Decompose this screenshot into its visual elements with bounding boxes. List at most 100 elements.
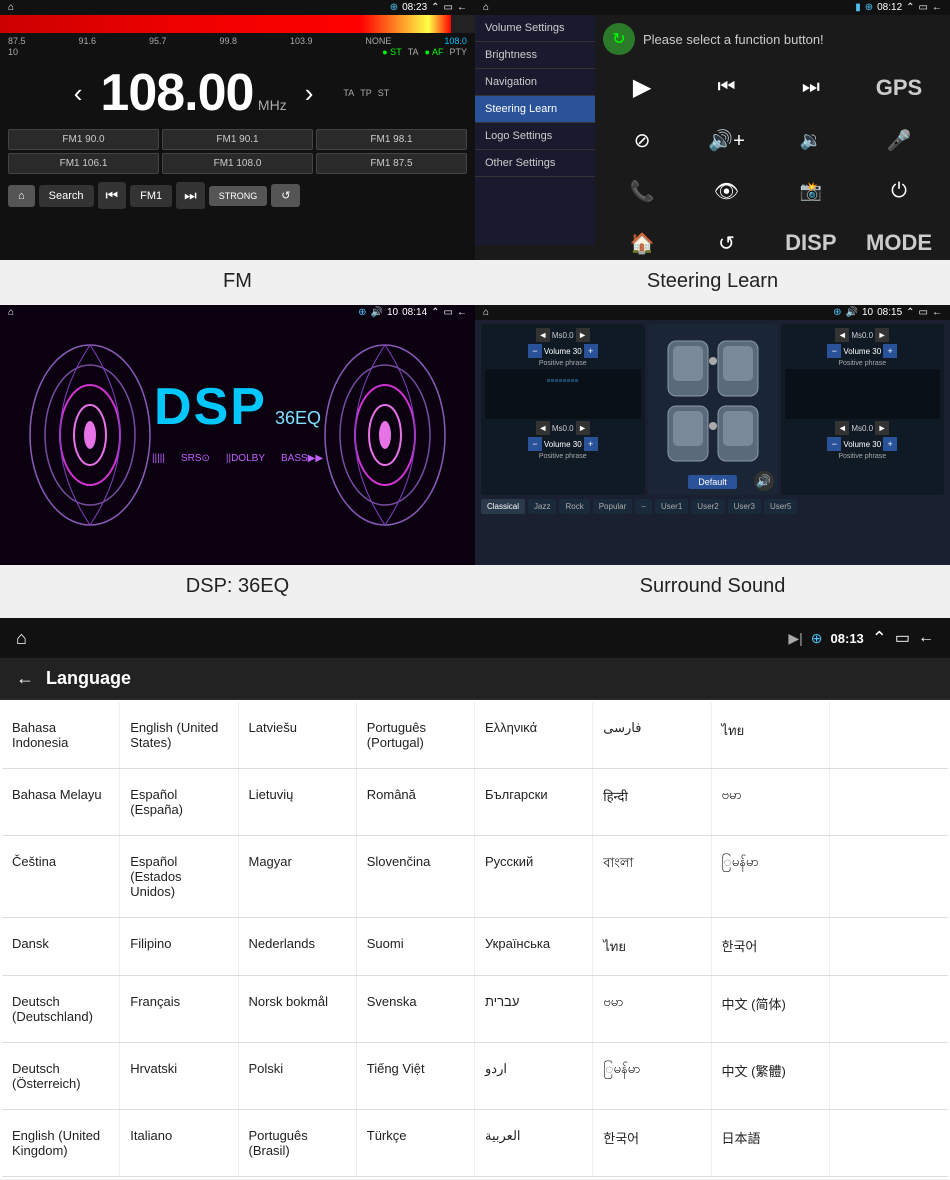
lang-cell-burmese-2[interactable]: ဗမာ bbox=[593, 976, 711, 1042]
sl-mute-button[interactable]: ⊘ bbox=[603, 118, 681, 163]
ss-tab-jazz[interactable]: Jazz bbox=[528, 499, 556, 514]
lang-cell-dutch[interactable]: Nederlands bbox=[239, 918, 357, 975]
lang-cell-deutsch-at[interactable]: Deutsch (Österreich) bbox=[2, 1043, 120, 1109]
sl-mic-button[interactable]: 🎤 bbox=[856, 118, 942, 163]
ss-tab-user3[interactable]: User3 bbox=[728, 499, 761, 514]
lang-cell-urdu[interactable]: اردو bbox=[475, 1043, 593, 1109]
sl-undo-button[interactable]: ↺ bbox=[687, 220, 765, 266]
sl-gps-button[interactable]: GPS bbox=[856, 63, 942, 112]
fm-progress-bar[interactable] bbox=[0, 15, 475, 33]
ss-lt-minus[interactable]: − bbox=[528, 344, 542, 358]
lang-cell-suomi[interactable]: Suomi bbox=[357, 918, 475, 975]
sl-refresh-button[interactable]: ↻ bbox=[603, 23, 635, 55]
ss-sound-icon-btn[interactable]: 🔊 bbox=[754, 471, 774, 491]
lang-cell-japanese[interactable]: 日本語 bbox=[712, 1110, 830, 1176]
fm-back-button[interactable]: ↺ bbox=[271, 184, 300, 207]
fm-prev-button[interactable]: ⏮ bbox=[98, 182, 127, 209]
lang-cell-bahasa-melayu[interactable]: Bahasa Melayu bbox=[2, 769, 120, 835]
lang-cell-arabic[interactable]: العربية bbox=[475, 1110, 593, 1176]
fm-strong-button[interactable]: STRONG bbox=[209, 186, 268, 206]
ss-tab-user2[interactable]: User2 bbox=[691, 499, 724, 514]
lang-cell-norsk[interactable]: Norsk bokmål bbox=[239, 976, 357, 1042]
fm-next-arrow[interactable]: › bbox=[305, 78, 314, 109]
lang-cell-turkish[interactable]: Türkçe bbox=[357, 1110, 475, 1176]
ss-rt-prev2[interactable]: ◄ bbox=[835, 421, 849, 435]
sl-vol-up-button[interactable]: 🔊+ bbox=[687, 118, 765, 163]
ss-tab-empty[interactable]: − bbox=[635, 499, 652, 514]
sl-menu-logo[interactable]: Logo Settings bbox=[475, 123, 595, 150]
ss-lt-plus[interactable]: + bbox=[584, 344, 598, 358]
lang-cell-deutsch-de[interactable]: Deutsch (Deutschland) bbox=[2, 976, 120, 1042]
lang-cell-filipino[interactable]: Filipino bbox=[120, 918, 238, 975]
ss-tab-user5[interactable]: User5 bbox=[764, 499, 797, 514]
fm-preset-1[interactable]: FM1 90.0 bbox=[8, 129, 159, 150]
lang-cell-korean[interactable]: 한국어 bbox=[712, 918, 830, 975]
fm-preset-4[interactable]: FM1 106.1 bbox=[8, 153, 159, 174]
ss-lt-next[interactable]: ► bbox=[576, 328, 590, 342]
lang-cell-dansk[interactable]: Dansk bbox=[2, 918, 120, 975]
ss-rt-plus2[interactable]: + bbox=[883, 437, 897, 451]
lang-cell-latviesu[interactable]: Latviešu bbox=[239, 702, 357, 768]
fm-next-button[interactable]: ⏭ bbox=[176, 182, 205, 209]
ss-rt-next2[interactable]: ► bbox=[875, 421, 889, 435]
fm-preset-6[interactable]: FM1 87.5 bbox=[316, 153, 467, 174]
lang-cell-burmese[interactable]: ဗမာ bbox=[712, 769, 830, 835]
sl-menu-volume[interactable]: Volume Settings bbox=[475, 15, 595, 42]
lang-cell-bahasa-indonesia[interactable]: Bahasa Indonesia bbox=[2, 702, 120, 768]
lang-cell-korean-2[interactable]: 한국어 bbox=[593, 1110, 711, 1176]
lang-cell-bengali[interactable]: বাংলা bbox=[593, 836, 711, 917]
lang-cell-polski[interactable]: Polski bbox=[239, 1043, 357, 1109]
sl-vol-down-button[interactable]: 🔉 bbox=[772, 118, 850, 163]
ss-rt-plus[interactable]: + bbox=[883, 344, 897, 358]
sl-disp-button[interactable]: DISP bbox=[772, 220, 850, 266]
lang-cell-myanmar-2[interactable]: ြမန်မာ bbox=[593, 1043, 711, 1109]
lang-cell-hebrew[interactable]: עברית bbox=[475, 976, 593, 1042]
sl-power-button[interactable]: ⏻ bbox=[856, 169, 942, 214]
sl-menu-brightness[interactable]: Brightness bbox=[475, 42, 595, 69]
sl-play-button[interactable]: ▶ bbox=[603, 63, 681, 112]
fm-search-button[interactable]: Search bbox=[39, 185, 94, 207]
lang-cell-english-uk[interactable]: English (United Kingdom) bbox=[2, 1110, 120, 1176]
lang-cell-espanol-us[interactable]: Español (Estados Unidos) bbox=[120, 836, 238, 917]
lang-cell-romana[interactable]: Română bbox=[357, 769, 475, 835]
fm-preset-2[interactable]: FM1 90.1 bbox=[162, 129, 313, 150]
ss-default-button[interactable]: Default bbox=[688, 475, 737, 489]
lang-cell-russian[interactable]: Русский bbox=[475, 836, 593, 917]
lang-cell-lietuviu[interactable]: Lietuvių bbox=[239, 769, 357, 835]
ss-lt-plus2[interactable]: + bbox=[584, 437, 598, 451]
sl-prev-button[interactable]: ⏮ bbox=[687, 63, 765, 112]
lang-cell-slovencina[interactable]: Slovenčina bbox=[357, 836, 475, 917]
lang-cell-francais[interactable]: Français bbox=[120, 976, 238, 1042]
fm-home-button[interactable]: ⌂ bbox=[8, 185, 35, 207]
lang-cell-bulgarian[interactable]: Български bbox=[475, 769, 593, 835]
fm-band-button[interactable]: FM1 bbox=[130, 185, 172, 207]
lang-cell-vietnamese[interactable]: Tiếng Việt bbox=[357, 1043, 475, 1109]
sl-menu-steering[interactable]: Steering Learn bbox=[475, 96, 595, 123]
lang-back-button[interactable]: ← bbox=[16, 668, 34, 689]
lang-cell-thai-2[interactable]: ไทย bbox=[593, 918, 711, 975]
lang-cell-farsi[interactable]: فارسی bbox=[593, 702, 711, 768]
lang-cell-hrvatski[interactable]: Hrvatski bbox=[120, 1043, 238, 1109]
lang-cell-portugues-br[interactable]: Português (Brasil) bbox=[239, 1110, 357, 1176]
ss-rt-prev[interactable]: ◄ bbox=[835, 328, 849, 342]
lang-cell-chinese-traditional[interactable]: 中文 (繁體) bbox=[712, 1043, 830, 1109]
lang-cell-english-us[interactable]: English (United States) bbox=[120, 702, 238, 768]
lang-cell-espanol-es[interactable]: Español (España) bbox=[120, 769, 238, 835]
sl-phone-button[interactable]: 📞 bbox=[603, 169, 681, 214]
ss-tab-classical[interactable]: Classical bbox=[481, 499, 525, 514]
ss-tab-popular[interactable]: Popular bbox=[593, 499, 633, 514]
sl-menu-other[interactable]: Other Settings bbox=[475, 150, 595, 177]
sl-eye-button[interactable]: 👁 bbox=[687, 169, 765, 214]
sl-camera-button[interactable]: 📸 bbox=[772, 169, 850, 214]
ss-tab-user1[interactable]: User1 bbox=[655, 499, 688, 514]
ss-rt-minus[interactable]: − bbox=[827, 344, 841, 358]
ss-lt-prev2[interactable]: ◄ bbox=[536, 421, 550, 435]
lang-cell-magyar[interactable]: Magyar bbox=[239, 836, 357, 917]
fm-prev-arrow[interactable]: ‹ bbox=[74, 78, 83, 109]
lang-cell-cestina[interactable]: Čeština bbox=[2, 836, 120, 917]
lang-cell-portugues-pt[interactable]: Português (Portugal) bbox=[357, 702, 475, 768]
lang-cell-myanmar[interactable]: ြမန်မာ bbox=[712, 836, 830, 917]
lang-cell-greek[interactable]: Ελληνικά bbox=[475, 702, 593, 768]
sl-mode-button[interactable]: MODE bbox=[856, 220, 942, 266]
fm-preset-5[interactable]: FM1 108.0 bbox=[162, 153, 313, 174]
